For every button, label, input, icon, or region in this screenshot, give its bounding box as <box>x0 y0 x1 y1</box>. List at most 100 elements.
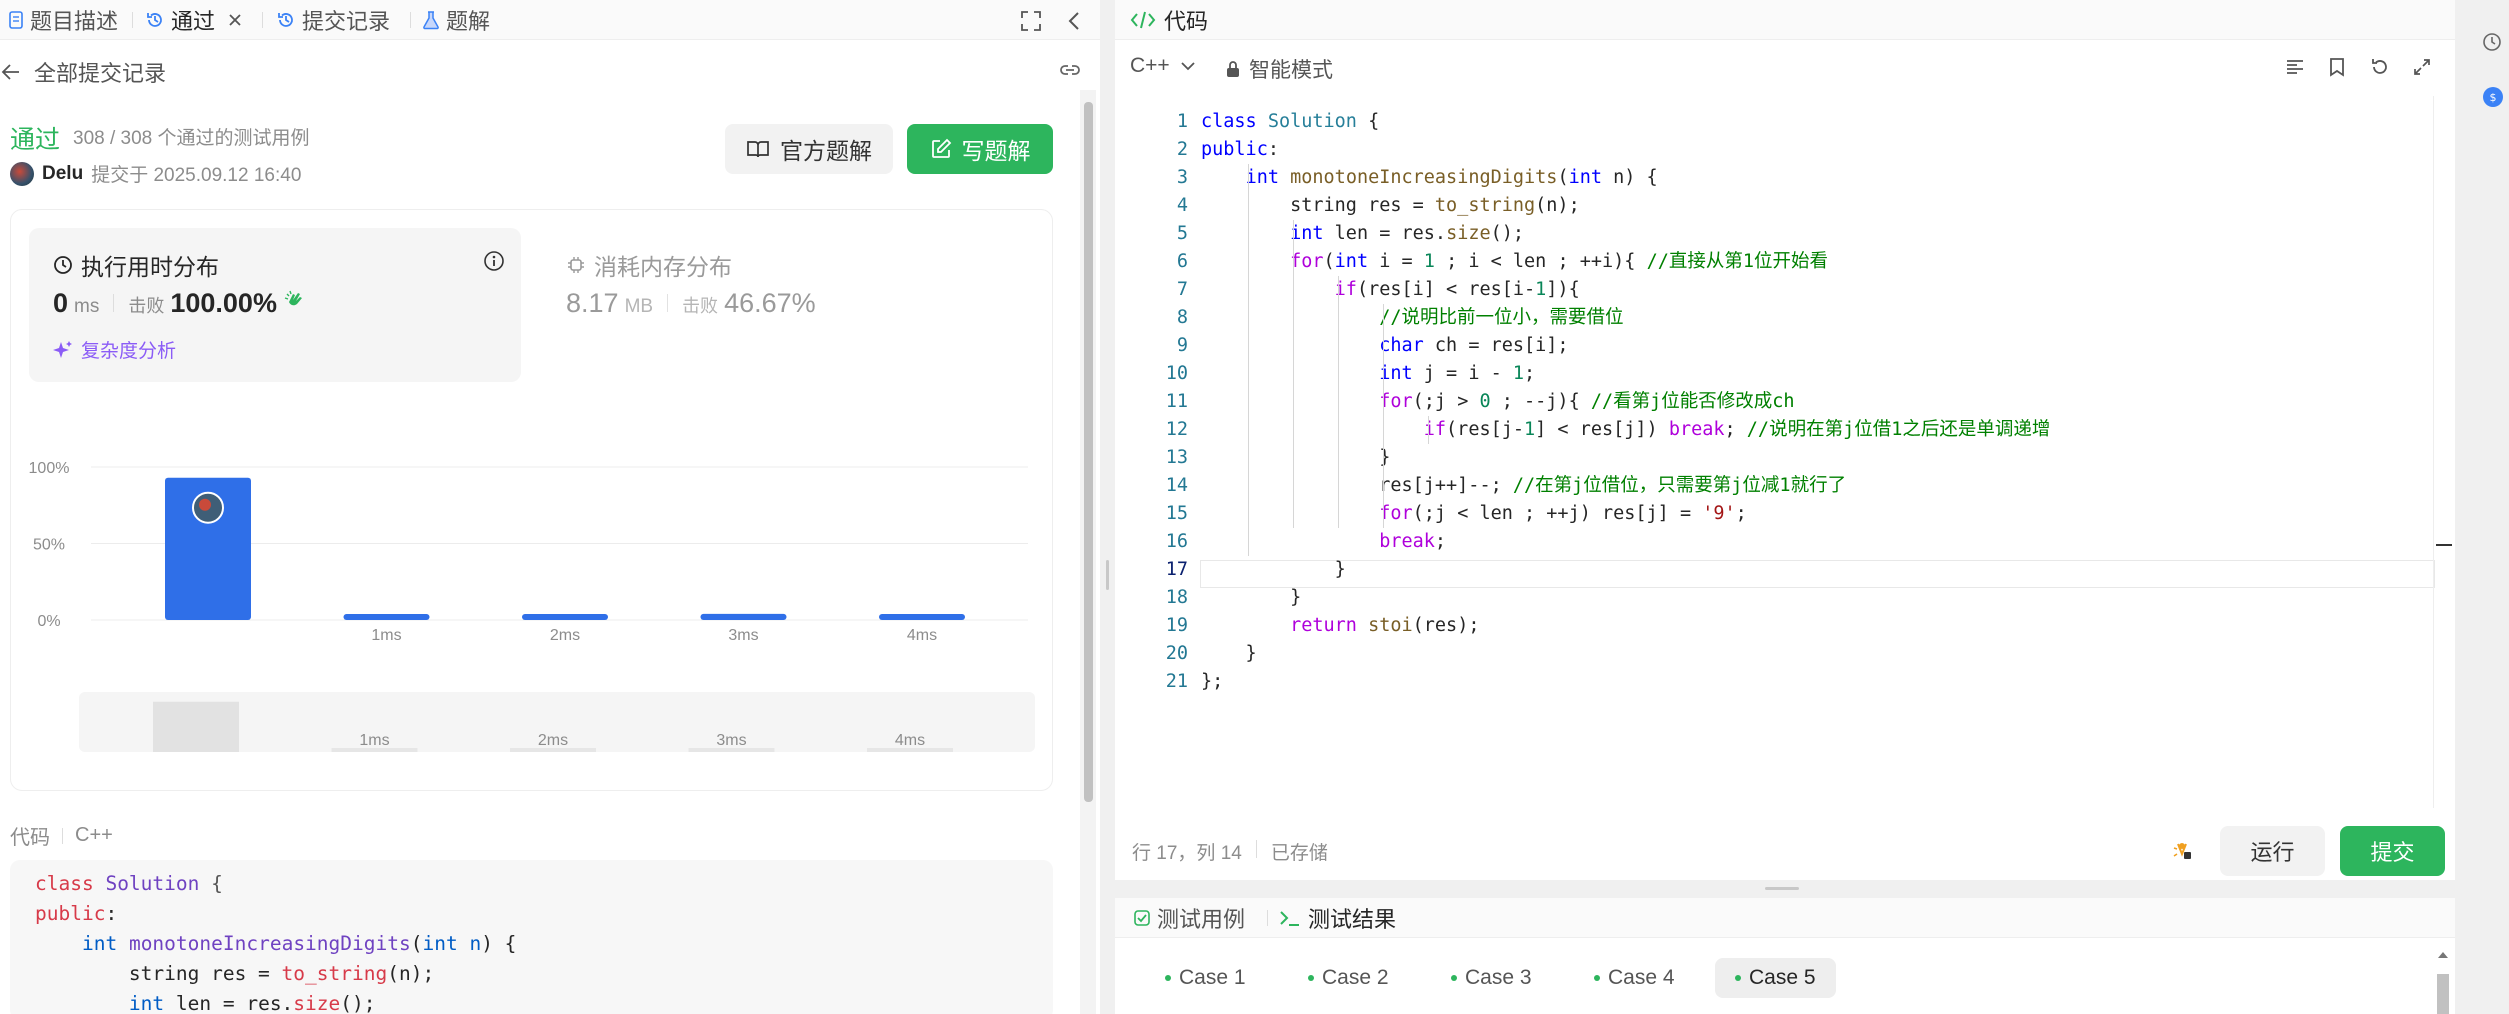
run-button[interactable]: 运行 <box>2220 826 2325 876</box>
debug-icon[interactable] <box>2170 838 2194 862</box>
panel-resize-handle[interactable] <box>1102 0 1113 1014</box>
code-brackets-icon <box>1130 10 1156 30</box>
document-icon <box>8 11 24 29</box>
runtime-beats: 100.00% <box>170 288 277 318</box>
line-number: 1 <box>1176 111 1188 132</box>
user-marker-avatar[interactable] <box>192 491 224 524</box>
avatar[interactable] <box>10 161 34 186</box>
code-content[interactable]: class Solution { public: int monotoneInc… <box>1201 108 2431 696</box>
tab-testcases[interactable]: 测试用例 <box>1133 898 1245 938</box>
memory-unit: MB <box>624 296 654 317</box>
cursor-position: 行 17，列 14 <box>1132 843 1242 864</box>
line-number: 4 <box>1176 195 1188 216</box>
submitter-info: Delu 提交于 2025.09.12 16:40 <box>10 160 301 187</box>
y-tick-label: 100% <box>29 460 70 477</box>
bookmark-icon[interactable] <box>2329 57 2345 77</box>
test-panel: 测试用例 测试结果 Case 1 Case 2 Case 3 Case 4 Ca… <box>1115 898 2455 1014</box>
left-scrollbar[interactable] <box>1080 90 1096 1014</box>
code-line: } <box>1201 447 1391 468</box>
code-line: for(;j < len ; ++j) res[j] = '9'; <box>1379 503 1747 524</box>
runtime-card[interactable]: 执行用时分布 0 ms 击败 100.00% 复杂度分析 <box>29 228 521 382</box>
y-tick-label: 50% <box>33 537 65 554</box>
tab-submissions[interactable]: 提交记录 <box>276 0 390 40</box>
edit-icon <box>930 138 952 160</box>
tab-solutions[interactable]: 题解 <box>422 0 490 40</box>
preview-line: public: <box>35 902 118 925</box>
submit-button[interactable]: 提交 <box>2340 826 2445 876</box>
tab-description[interactable]: 题目描述 <box>8 0 118 40</box>
submit-time: 提交于 2025.09.12 16:40 <box>91 165 302 186</box>
case-tab-3[interactable]: Case 3 <box>1451 958 1532 998</box>
case-tab-2[interactable]: Case 2 <box>1308 958 1389 998</box>
editor-minimap-ruler[interactable] <box>2433 96 2452 808</box>
passed-cases: 308 / 308 个通过的测试用例 <box>73 128 310 149</box>
line-number: 13 <box>1165 447 1188 468</box>
x-tick-label: 1ms <box>371 627 401 644</box>
collapse-icon[interactable] <box>1065 10 1085 32</box>
line-number: 2 <box>1176 139 1188 160</box>
svg-text:$: $ <box>2490 91 2497 104</box>
close-icon[interactable] <box>227 12 243 28</box>
user-name[interactable]: Delu <box>42 163 83 185</box>
chart-bar[interactable] <box>343 614 430 620</box>
vertical-resize-handle[interactable] <box>1115 882 2455 896</box>
code-line: break; <box>1379 531 1447 552</box>
code-preview-header: 代码 C++ <box>10 821 113 850</box>
code-line: int monotoneIncreasingDigits(int n) { <box>1245 167 1658 188</box>
complexity-link[interactable]: 复杂度分析 <box>53 336 176 363</box>
translate-icon[interactable]: $ <box>2482 86 2504 108</box>
write-solution-button[interactable]: 写题解 <box>907 124 1053 174</box>
case-tab-5[interactable]: Case 5 <box>1715 958 1836 998</box>
chart-bar[interactable] <box>522 614 608 620</box>
flask-icon <box>422 10 440 30</box>
memory-card[interactable]: 消耗内存分布 <box>566 248 732 282</box>
case-tab-1[interactable]: Case 1 <box>1165 958 1246 998</box>
line-number: 21 <box>1165 671 1188 692</box>
chart-bar[interactable] <box>879 614 965 620</box>
preview-line: int monotoneIncreasingDigits(int n) { <box>81 932 517 955</box>
code-area[interactable]: 1 2 3 4 5 6 7 8 9 10 11 12 13 14 15 16 17 18 19 20 21 class … <box>1115 108 2435 808</box>
submission-body: 通过 308 / 308 个通过的测试用例 Delu 提交于 2025.09.1… <box>0 88 1080 1014</box>
line-number: 6 <box>1176 251 1188 272</box>
reset-icon[interactable] <box>2370 57 2390 77</box>
test-scrollbar[interactable] <box>2435 948 2451 1014</box>
line-number: 7 <box>1176 279 1188 300</box>
stats-card: 执行用时分布 0 ms 击败 100.00% 复杂度分析 消耗内存分布 8.17… <box>10 209 1053 791</box>
scrollbar-thumb[interactable] <box>1084 102 1093 802</box>
slider-tick-label: 3ms <box>716 732 746 749</box>
link-icon[interactable] <box>1058 60 1082 80</box>
save-status: 已存储 <box>1270 843 1328 864</box>
runtime-distribution-chart: 100% 50% 0% 1ms 2ms 3ms 4ms 1ms 2ms 3ms 4ms <box>29 460 1035 752</box>
line-number: 17 <box>1165 559 1188 580</box>
tab-accepted[interactable]: 通过 <box>145 0 243 40</box>
code-lang: C++ <box>75 824 113 846</box>
code-label: 代码 <box>10 827 50 849</box>
clock-icon[interactable] <box>2482 32 2502 52</box>
slider-tick-label: 4ms <box>895 732 925 749</box>
case-label: Case 1 <box>1179 966 1246 989</box>
info-icon[interactable] <box>483 250 505 272</box>
language-select[interactable]: C++ <box>1130 54 1196 78</box>
tab-label: 提交记录 <box>302 9 391 34</box>
line-number: 19 <box>1165 615 1188 636</box>
code-line: }; <box>1201 671 1224 692</box>
chart-bar[interactable] <box>700 613 787 620</box>
history-icon <box>145 10 165 30</box>
preview-line: int len = res.size(); <box>128 992 376 1014</box>
x-tick-label: 4ms <box>907 627 937 644</box>
memory-value: 8.17 <box>566 288 619 318</box>
official-solution-button[interactable]: 官方题解 <box>725 124 893 174</box>
fullscreen-icon[interactable] <box>1020 10 1042 32</box>
line-number: 12 <box>1165 419 1188 440</box>
format-icon[interactable] <box>2285 58 2305 76</box>
expand-icon[interactable] <box>2413 58 2431 76</box>
case-tab-4[interactable]: Case 4 <box>1594 958 1675 998</box>
tab-test-results[interactable]: 测试结果 <box>1278 898 1396 938</box>
back-link[interactable]: 全部提交记录 <box>0 56 166 88</box>
memory-title: 消耗内存分布 <box>594 254 732 280</box>
code-line: } <box>1201 587 1302 608</box>
tab-label: 通过 <box>171 9 216 34</box>
editor-status-bar: 行 17，列 14 已存储 <box>1132 838 1328 865</box>
clock-icon <box>53 255 73 275</box>
smart-mode[interactable]: 智能模式 <box>1225 54 1333 84</box>
